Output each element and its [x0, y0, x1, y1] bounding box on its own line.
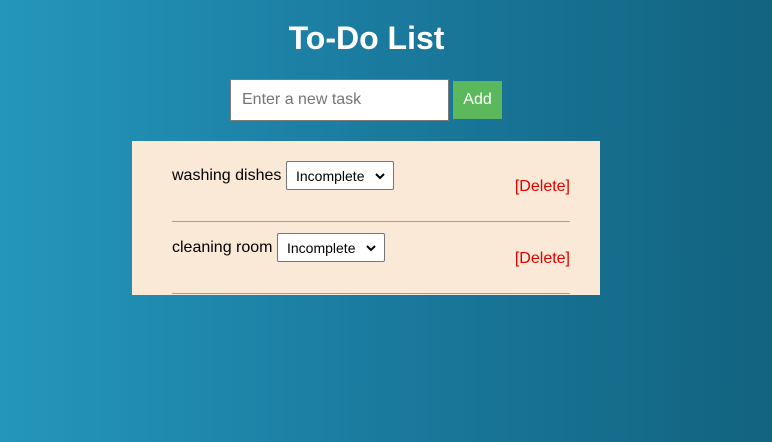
page-title: To-Do List — [288, 20, 445, 56]
task-list: washing dishes Incomplete [Delete] clean… — [132, 141, 600, 295]
new-task-input[interactable] — [230, 79, 449, 121]
task-item: washing dishes Incomplete [Delete] — [172, 149, 570, 222]
status-select[interactable]: Incomplete — [286, 161, 394, 190]
status-select-value: Incomplete — [296, 167, 365, 184]
add-button[interactable]: Add — [453, 81, 502, 119]
chevron-down-icon — [366, 245, 376, 252]
status-select-value: Incomplete — [287, 239, 356, 256]
task-name: cleaning room — [172, 239, 273, 256]
task-item: cleaning room Incomplete [Delete] — [172, 221, 570, 294]
task-name: washing dishes — [172, 167, 282, 184]
delete-link[interactable]: [Delete] — [515, 177, 570, 197]
task-form: Add — [230, 79, 502, 121]
chevron-down-icon — [375, 173, 385, 180]
status-select[interactable]: Incomplete — [277, 233, 385, 262]
delete-link[interactable]: [Delete] — [515, 249, 570, 269]
